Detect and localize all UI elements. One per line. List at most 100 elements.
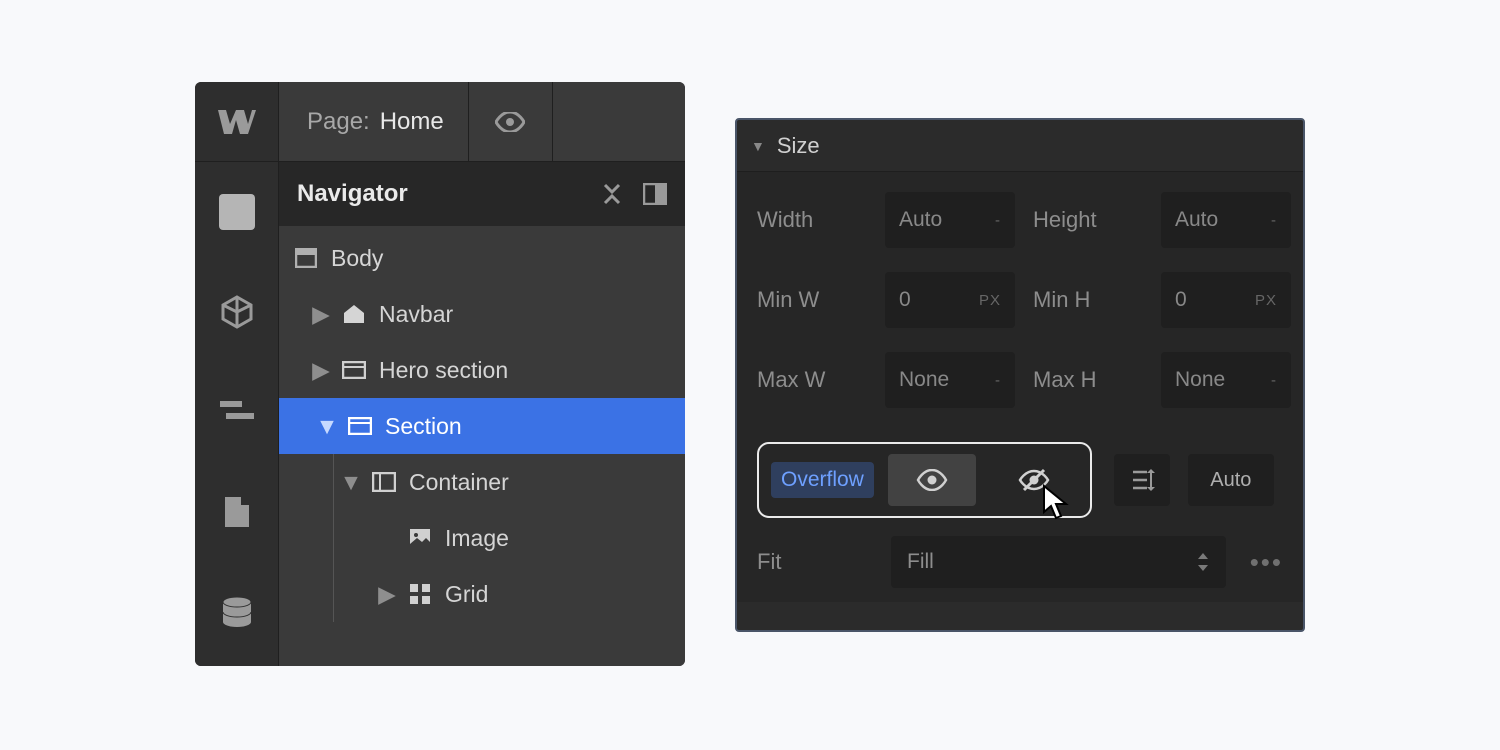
page-selector[interactable]: Page: Home [279,82,469,161]
minw-value: 0 [899,288,911,312]
overflow-hidden-button[interactable] [990,454,1078,506]
tree-row-hero[interactable]: ▶ Hero section [279,342,685,398]
element-tree: Body ▶ Navbar ▶ Hero section ▼ [279,226,685,666]
collapse-icon[interactable] [601,183,623,205]
top-bar: Page: Home [279,82,685,162]
section-icon [347,417,373,435]
navigator-header: Navigator [279,162,685,226]
eye-off-icon [1018,468,1050,492]
caret-down-icon: ▼ [319,413,335,440]
maxh-unit: - [1271,372,1277,389]
scroll-vertical-button[interactable] [1114,454,1170,506]
minw-unit: PX [979,292,1001,309]
overflow-extra: Auto [1114,454,1274,506]
page-name: Home [380,108,444,136]
width-value: Auto [899,208,942,232]
tree-label: Navbar [379,301,453,328]
webflow-logo-icon [218,110,256,134]
rail-file-button[interactable] [195,462,278,562]
page-label: Page: [307,108,370,136]
container-icon [371,472,397,492]
icon-rail [195,82,279,666]
maxw-label: Max W [757,367,867,393]
tree-label: Container [409,469,509,496]
preview-toggle[interactable] [469,82,553,161]
maxh-input[interactable]: None - [1161,352,1291,408]
more-options-button[interactable]: ••• [1250,547,1283,578]
designer-left-panel: Page: Home Navigator [195,82,685,666]
tree-label: Grid [445,581,488,608]
overflow-label: Overflow [771,462,874,498]
eye-icon [916,469,948,491]
rail-pages-button[interactable] [195,362,278,462]
tree-row-image[interactable]: ▶ Image [279,510,685,566]
grid-icon [407,584,433,604]
minh-input[interactable]: 0 PX [1161,272,1291,328]
size-panel-header[interactable]: ▼ Size [737,120,1303,172]
tree-row-body[interactable]: Body [279,230,685,286]
plus-icon [219,194,255,230]
size-header-label: Size [777,133,820,159]
width-unit: - [995,212,1001,229]
tree-label: Hero section [379,357,508,384]
width-label: Width [757,207,867,233]
tree-row-grid[interactable]: ▶ Grid [279,566,685,622]
height-label: Height [1033,207,1143,233]
fit-label: Fit [757,549,867,575]
list-icon [220,399,254,425]
fit-select[interactable]: Fill [891,536,1226,588]
navigator-actions [601,183,667,205]
minh-label: Min H [1033,287,1143,313]
eye-icon [495,112,525,132]
tree-row-container[interactable]: ▼ Container [279,454,685,510]
rail-cms-button[interactable] [195,562,278,662]
image-icon [407,528,433,548]
minh-value: 0 [1175,288,1187,312]
minh-unit: PX [1255,292,1277,309]
webflow-logo[interactable] [195,82,278,162]
width-input[interactable]: Auto - [885,192,1015,248]
caret-right-icon: ▶ [313,357,329,384]
caret-down-icon: ▼ [751,138,765,154]
select-arrows-icon [1196,552,1210,572]
height-value: Auto [1175,208,1218,232]
size-panel: ▼ Size Width Auto - Height Auto - Min W … [735,118,1305,632]
minw-label: Min W [757,287,867,313]
maxh-value: None [1175,368,1225,392]
maxw-input[interactable]: None - [885,352,1015,408]
section-icon [341,361,367,379]
maxw-value: None [899,368,949,392]
panel-toggle-icon[interactable] [643,183,667,205]
caret-right-icon: ▶ [313,301,329,328]
fit-value: Fill [907,550,934,574]
fit-row: Fit Fill ••• [757,536,1283,588]
body-icon [293,248,319,268]
tree-label: Image [445,525,509,552]
database-icon [221,596,253,628]
overflow-row: Overflow [757,442,1283,518]
overflow-control-group: Overflow [757,442,1092,518]
navigator-title: Navigator [297,180,408,208]
cube-icon [220,295,254,329]
height-input[interactable]: Auto - [1161,192,1291,248]
size-grid: Width Auto - Height Auto - Min W 0 PX Mi… [757,192,1283,408]
rail-components-button[interactable] [195,262,278,362]
tree-label: Section [385,413,462,440]
maxh-label: Max H [1033,367,1143,393]
rail-add-button[interactable] [195,162,278,262]
mid-column: Page: Home Navigator [279,82,685,666]
tree-label: Body [331,245,383,272]
file-icon [223,495,251,529]
overflow-auto-button[interactable]: Auto [1188,454,1274,506]
caret-right-icon: ▶ [379,581,395,608]
size-panel-body: Width Auto - Height Auto - Min W 0 PX Mi… [737,172,1303,602]
tree-row-navbar[interactable]: ▶ Navbar [279,286,685,342]
home-icon [341,304,367,324]
height-unit: - [1271,212,1277,229]
auto-label: Auto [1210,469,1251,492]
overflow-visible-button[interactable] [888,454,976,506]
caret-down-icon: ▼ [343,469,359,496]
minw-input[interactable]: 0 PX [885,272,1015,328]
tree-row-section[interactable]: ▼ Section [279,398,685,454]
maxw-unit: - [995,372,1001,389]
